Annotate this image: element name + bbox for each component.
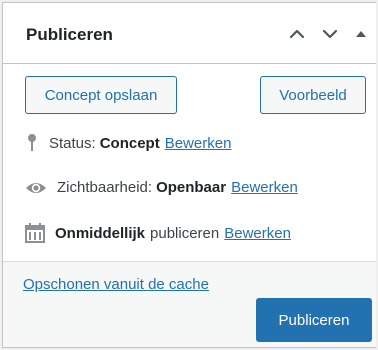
move-up-button[interactable] bbox=[286, 23, 308, 45]
visibility-row: Zichtbaarheid: Openbaar Bewerken bbox=[25, 179, 298, 196]
panel-title: Publiceren bbox=[26, 25, 113, 44]
save-draft-button[interactable]: Concept opslaan bbox=[25, 76, 177, 114]
purge-cache-link[interactable]: Opschonen vanuit de cache bbox=[23, 276, 209, 293]
chevron-down-icon bbox=[322, 29, 338, 39]
publish-button[interactable]: Publiceren bbox=[256, 298, 372, 342]
panel-footer: Opschonen vanuit de cache Publiceren bbox=[3, 261, 376, 347]
visibility-edit-link[interactable]: Bewerken bbox=[231, 179, 298, 196]
schedule-label: publiceren bbox=[150, 224, 220, 242]
move-down-button[interactable] bbox=[319, 23, 341, 45]
calendar-icon bbox=[25, 223, 45, 243]
publish-panel: Publiceren Concept opslaan Voorbeeld Sta… bbox=[2, 2, 376, 348]
preview-button[interactable]: Voorbeeld bbox=[260, 76, 366, 114]
status-edit-link[interactable]: Bewerken bbox=[165, 135, 232, 152]
visibility-value: Openbaar bbox=[156, 179, 227, 196]
schedule-row: Onmiddellijk publiceren Bewerken bbox=[25, 223, 291, 243]
chevron-up-icon bbox=[289, 29, 305, 39]
status-label: Status: bbox=[49, 134, 96, 152]
status-row: Status: Concept Bewerken bbox=[25, 133, 231, 153]
caret-up-icon bbox=[356, 31, 366, 37]
visibility-label: Zichtbaarheid: bbox=[57, 179, 153, 196]
pin-icon bbox=[25, 133, 39, 153]
panel-header: Publiceren bbox=[3, 3, 376, 64]
eye-icon bbox=[25, 180, 47, 196]
schedule-value: Onmiddellijk bbox=[55, 224, 146, 242]
status-value: Concept bbox=[99, 134, 160, 152]
toggle-panel-button[interactable] bbox=[352, 23, 370, 45]
schedule-edit-link[interactable]: Bewerken bbox=[224, 225, 291, 242]
